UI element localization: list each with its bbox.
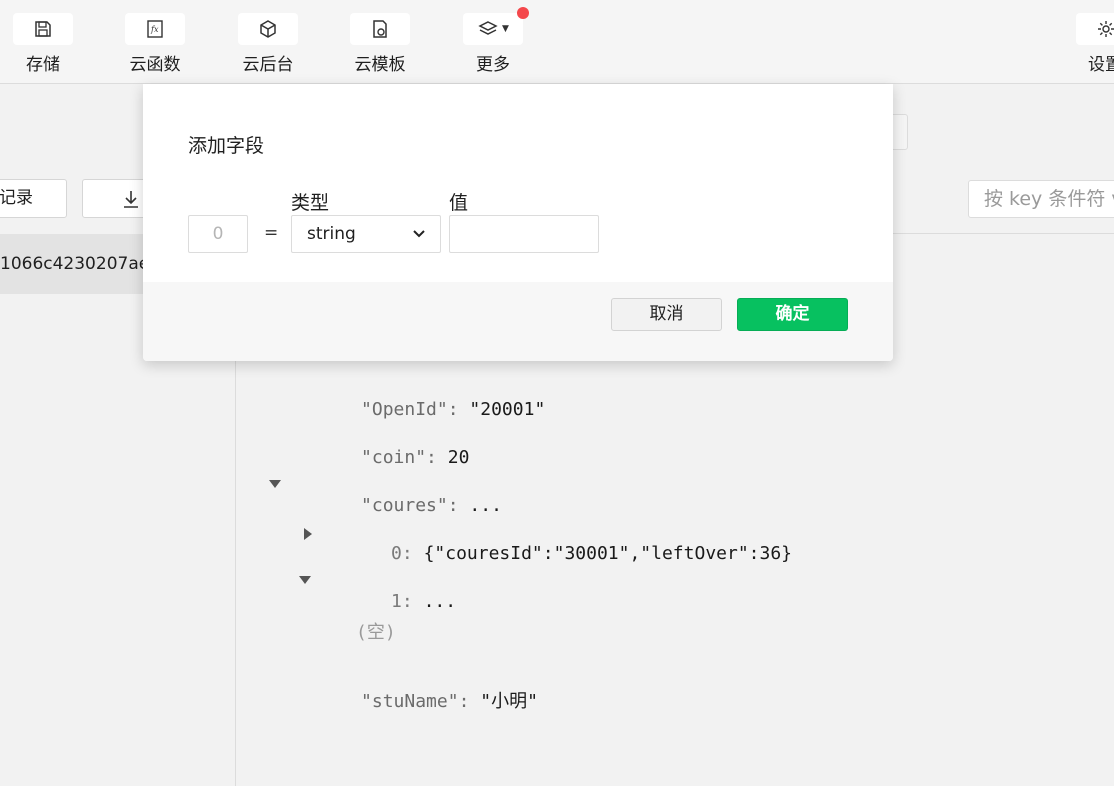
field-value: ... <box>469 495 502 516</box>
toolbar-cloud-backend-label: 云后台 <box>242 55 294 75</box>
field-stuname[interactable]: "stuName": "小明" <box>296 666 538 734</box>
field-value: "小明" <box>480 691 538 712</box>
type-select-value: string <box>307 224 356 244</box>
array-value: {"couresId":"30001","leftOver":36} <box>423 543 793 564</box>
confirm-button[interactable]: 确定 <box>737 298 848 331</box>
field-key: "OpenId": <box>361 399 459 420</box>
layers-icon <box>478 21 498 35</box>
toolbar-storage-button[interactable] <box>13 13 73 45</box>
filter-input[interactable]: 按 key 条件符 v <box>968 180 1114 218</box>
equals-sign: = <box>264 223 279 243</box>
template-icon <box>373 20 387 38</box>
array-value: ... <box>423 591 457 612</box>
array-index: 1: <box>391 591 413 612</box>
chevron-down-icon: ▼ <box>502 24 509 34</box>
toolbar-cloud-backend-button[interactable] <box>238 13 298 45</box>
field-key-input[interactable]: 0 <box>188 215 248 253</box>
toolbar-storage-label: 存储 <box>26 55 60 75</box>
top-toolbar: 存储 fx 云函数 云后台 云模板 ▼ 更多 设置 <box>0 0 1114 84</box>
toolbar-settings-button[interactable] <box>1076 13 1114 45</box>
toolbar-cloud-template-label: 云模板 <box>354 55 406 75</box>
toolbar-more[interactable]: ▼ 更多 <box>462 7 529 75</box>
dialog-footer: 取消 确定 <box>143 282 893 361</box>
value-label: 值 <box>449 192 469 214</box>
toolbar-more-label: 更多 <box>476 55 510 75</box>
download-icon <box>124 190 138 208</box>
field-key: "stuName": <box>361 691 470 712</box>
field-value: "20001" <box>469 399 546 420</box>
expand-toggle-icon[interactable] <box>299 576 311 584</box>
database-page: 存储 fx 云函数 云后台 云模板 ▼ 更多 设置 记录 1066c423020… <box>0 0 1114 786</box>
field-key: "coures": <box>361 495 459 516</box>
save-icon <box>35 21 51 37</box>
add-record-label: 记录 <box>0 188 33 208</box>
dialog-title: 添加字段 <box>188 135 265 157</box>
collapse-toggle-icon[interactable] <box>304 528 312 540</box>
field-key: "coin": <box>361 447 437 468</box>
field-value-input[interactable] <box>449 215 599 253</box>
expand-toggle-icon[interactable] <box>269 480 281 488</box>
record-id: 1066c4230207ae <box>0 254 150 274</box>
toolbar-cloud-function[interactable]: fx 云函数 <box>124 13 186 75</box>
toolbar-storage[interactable]: 存储 <box>12 13 74 75</box>
add-field-dialog: 添加字段 类型 值 0 = string 取消 确定 <box>143 84 893 361</box>
field-value: 20 <box>447 447 470 468</box>
gear-icon <box>1098 21 1114 37</box>
toolbar-cloud-template-button[interactable] <box>350 13 410 45</box>
empty-placeholder: (空) <box>356 622 396 643</box>
filter-placeholder: 按 key 条件符 v <box>984 188 1114 210</box>
toolbar-cloud-template[interactable]: 云模板 <box>349 13 411 75</box>
cancel-button[interactable]: 取消 <box>611 298 722 331</box>
add-record-button[interactable]: 记录 <box>0 179 67 218</box>
cube-icon <box>260 20 276 38</box>
array-index: 0: <box>391 543 413 564</box>
toolbar-settings[interactable]: 设置 <box>1076 13 1114 75</box>
toolbar-cloud-function-button[interactable]: fx <box>125 13 185 45</box>
notification-dot <box>517 7 529 19</box>
type-label: 类型 <box>291 192 330 214</box>
chevron-down-icon <box>413 230 425 238</box>
type-select[interactable]: string <box>291 215 441 253</box>
toolbar-cloud-backend[interactable]: 云后台 <box>237 13 299 75</box>
toolbar-settings-label: 设置 <box>1088 55 1114 75</box>
svg-text:fx: fx <box>150 25 159 34</box>
function-icon: fx <box>147 20 163 38</box>
field-key-placeholder: 0 <box>212 224 224 244</box>
toolbar-more-button[interactable]: ▼ <box>463 7 529 45</box>
toolbar-cloud-function-label: 云函数 <box>129 55 181 75</box>
